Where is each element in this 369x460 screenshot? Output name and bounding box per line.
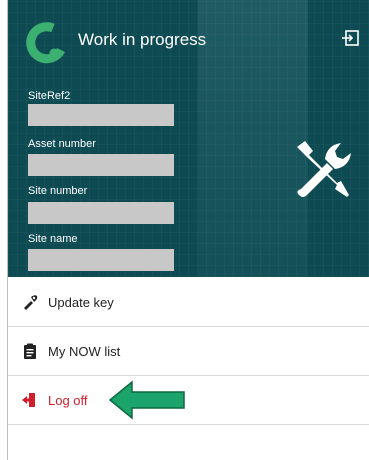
app-frame: Work in progress SiteRef2 Asset number S…	[7, 0, 369, 460]
app-title: Work in progress	[78, 30, 207, 49]
site-name-value	[28, 249, 174, 271]
exit-icon[interactable]	[341, 28, 361, 48]
siteref2-value	[28, 104, 174, 126]
menu-item-label: Update key	[48, 294, 114, 310]
menu-item-label: Log off	[48, 392, 88, 408]
header-panel: Work in progress SiteRef2 Asset number S…	[8, 0, 369, 277]
annotation-arrow	[108, 380, 185, 420]
site-number-label: Site number	[28, 185, 88, 197]
site-name-label: Site name	[28, 233, 78, 245]
wrench-screwdriver-icon	[297, 141, 351, 197]
key-icon	[24, 295, 38, 310]
menu-item-label: My NOW list	[48, 343, 121, 359]
siteref2-label: SiteRef2	[28, 90, 71, 102]
app-logo-icon	[26, 22, 66, 64]
asset-number-value	[28, 154, 174, 176]
site-number-value	[28, 202, 174, 224]
menu-item-my-now-list[interactable]: My NOW list	[8, 327, 369, 376]
clipboard-icon	[24, 343, 36, 359]
menu-item-update-key[interactable]: Update key	[8, 278, 369, 327]
asset-number-label: Asset number	[28, 138, 96, 150]
menu-item-log-off[interactable]: Log off	[8, 376, 369, 425]
log-off-icon	[22, 393, 35, 407]
